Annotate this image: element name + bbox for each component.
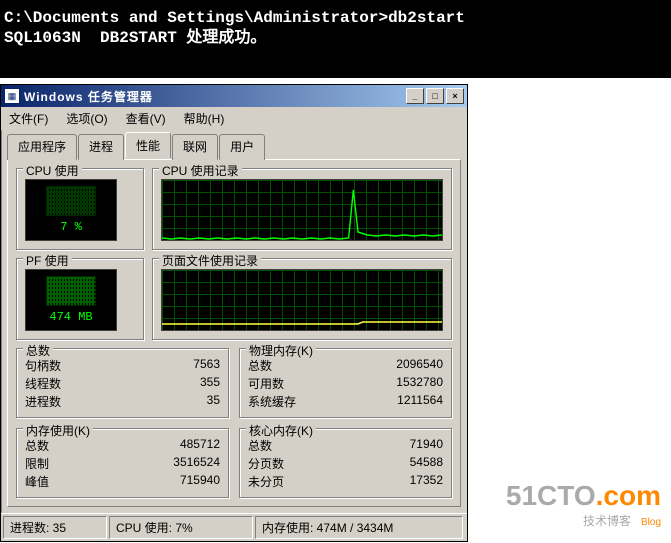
commit-charge-box: 内存使用(K) 总数485712 限制3516524 峰值715940: [16, 428, 229, 498]
menu-file[interactable]: 文件(F): [5, 109, 52, 128]
brand-tag: Blog: [641, 517, 661, 528]
menu-view[interactable]: 查看(V): [122, 109, 170, 128]
cpu-history-box: CPU 使用记录: [152, 168, 452, 250]
pf-meter: 474 MB: [25, 269, 117, 331]
status-cpu: CPU 使用: 7%: [109, 516, 253, 539]
console-line: C:\Documents and Settings\Administrator>…: [4, 9, 465, 27]
tab-performance[interactable]: 性能: [125, 132, 171, 158]
performance-panel: CPU 使用 7 % CPU 使用记录: [7, 159, 461, 507]
stat-value: 355: [200, 375, 220, 392]
brand-suffix: .com: [596, 480, 661, 511]
stat-label: 进程数: [25, 393, 61, 410]
task-manager-window: ▦ Windows 任务管理器 _ □ × 文件(F) 选项(O) 查看(V) …: [0, 84, 468, 542]
stat-label: 限制: [25, 455, 49, 472]
pf-history-box: 页面文件使用记录: [152, 258, 452, 340]
kernel-memory-box: 核心内存(K) 总数71940 分页数54588 未分页17352: [239, 428, 452, 498]
app-icon: ▦: [4, 88, 20, 104]
status-memory: 内存使用: 474M / 3434M: [255, 516, 463, 539]
group-label: 页面文件使用记录: [159, 252, 261, 269]
group-label: PF 使用: [23, 252, 72, 269]
group-label: 内存使用(K): [23, 422, 93, 439]
stat-value: 1211564: [397, 393, 443, 410]
group-label: 核心内存(K): [246, 422, 316, 439]
brand-main: 51CTO: [506, 480, 596, 511]
totals-box: 总数 句柄数7563 线程数355 进程数35: [16, 348, 229, 418]
stat-label: 峰值: [25, 473, 49, 490]
stat-label: 可用数: [248, 375, 284, 392]
window-title: Windows 任务管理器: [24, 88, 404, 105]
stat-value: 54588: [410, 455, 443, 472]
stat-label: 总数: [25, 437, 49, 454]
titlebar[interactable]: ▦ Windows 任务管理器 _ □ ×: [1, 85, 467, 107]
pf-value: 474 MB: [49, 310, 92, 324]
group-label: 总数: [23, 342, 53, 359]
stat-label: 总数: [248, 437, 272, 454]
physical-memory-box: 物理内存(K) 总数2096540 可用数1532780 系统缓存1211564: [239, 348, 452, 418]
cpu-usage-box: CPU 使用 7 %: [16, 168, 144, 250]
stat-label: 分页数: [248, 455, 284, 472]
pf-usage-box: PF 使用 474 MB: [16, 258, 144, 340]
menu-options[interactable]: 选项(O): [62, 109, 111, 128]
group-label: 物理内存(K): [246, 342, 316, 359]
tab-processes[interactable]: 进程: [78, 134, 124, 160]
stat-value: 2096540: [396, 357, 443, 374]
stat-value: 3516524: [173, 455, 220, 472]
group-label: CPU 使用记录: [159, 162, 242, 179]
group-label: CPU 使用: [23, 162, 82, 179]
cpu-meter: 7 %: [25, 179, 117, 241]
cpu-history-chart: [161, 179, 443, 241]
stat-value: 35: [207, 393, 220, 410]
stat-value: 71940: [410, 437, 443, 454]
pf-history-chart: [161, 269, 443, 331]
stat-value: 17352: [410, 473, 443, 490]
menubar: 文件(F) 选项(O) 查看(V) 帮助(H): [1, 107, 467, 130]
console-line: SQL1063N DB2START 处理成功。: [4, 29, 266, 47]
stat-value: 715940: [180, 473, 220, 490]
minimize-button[interactable]: _: [406, 88, 424, 104]
close-button[interactable]: ×: [446, 88, 464, 104]
tab-applications[interactable]: 应用程序: [7, 134, 77, 160]
status-processes: 进程数: 35: [3, 516, 107, 539]
stat-value: 485712: [180, 437, 220, 454]
brand-sub: 技术博客: [583, 514, 631, 528]
tabstrip: 应用程序 进程 性能 联网 用户: [7, 134, 461, 160]
command-prompt: C:\Documents and Settings\Administrator>…: [0, 0, 671, 78]
cpu-line-plot: [162, 180, 442, 240]
stat-label: 总数: [248, 357, 272, 374]
stat-value: 1532780: [396, 375, 443, 392]
stat-label: 未分页: [248, 473, 284, 490]
stat-label: 句柄数: [25, 357, 61, 374]
watermark: 51CTO.com 技术博客 Blog: [506, 480, 661, 529]
stat-label: 线程数: [25, 375, 61, 392]
status-bar: 进程数: 35 CPU 使用: 7% 内存使用: 474M / 3434M: [1, 513, 467, 541]
pf-line-plot: [162, 270, 442, 330]
stat-label: 系统缓存: [248, 393, 296, 410]
tab-users[interactable]: 用户: [219, 134, 265, 160]
cpu-value: 7 %: [60, 220, 82, 234]
pf-bars-icon: [46, 276, 96, 306]
stat-value: 7563: [193, 357, 220, 374]
cpu-bars-icon: [46, 186, 96, 216]
tab-networking[interactable]: 联网: [172, 134, 218, 160]
maximize-button[interactable]: □: [426, 88, 444, 104]
menu-help[interactable]: 帮助(H): [180, 109, 229, 128]
